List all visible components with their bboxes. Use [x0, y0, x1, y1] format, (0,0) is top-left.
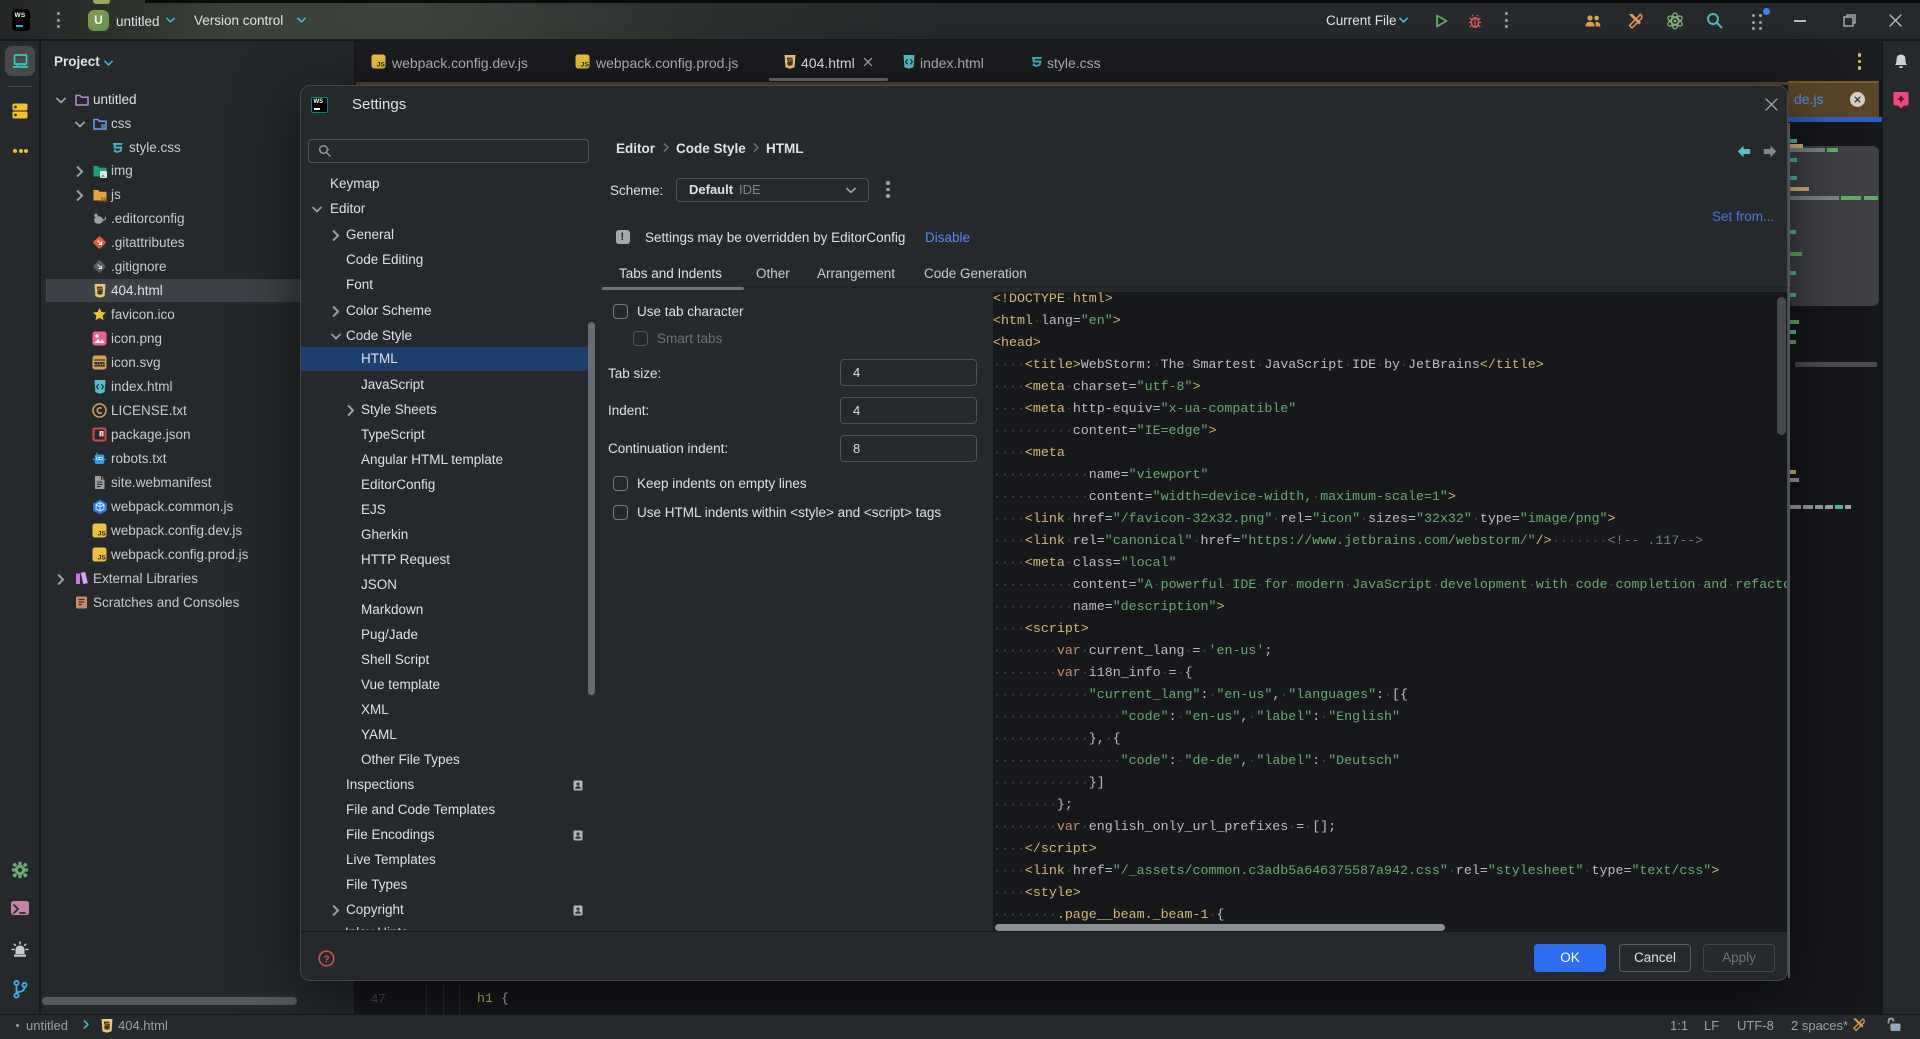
svg-text:JS: JS — [100, 197, 108, 203]
svg-text:JS: JS — [377, 62, 386, 69]
svg-text:JS: JS — [98, 555, 107, 562]
svg-text:?: ? — [323, 954, 329, 965]
svg-text:JS: JS — [581, 62, 590, 69]
svg-text:JS: JS — [98, 531, 107, 538]
svg-text:SVG: SVG — [94, 362, 105, 368]
